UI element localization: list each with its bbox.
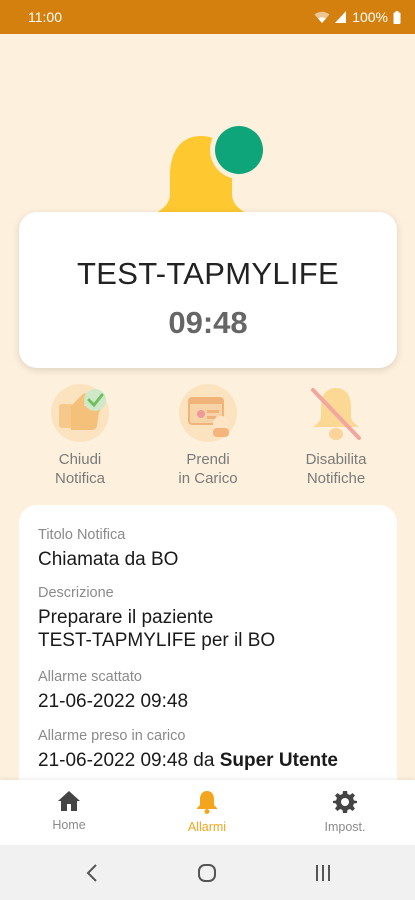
gear-icon <box>333 791 357 813</box>
back-icon <box>86 864 97 882</box>
take-charge-label-2: in Carico <box>178 470 238 487</box>
patient-name: TEST-TAPMYLIFE <box>77 256 339 291</box>
status-indicators: 100% <box>314 9 401 25</box>
home-circle-icon <box>198 864 216 882</box>
description-field: Descrizione Preparare il paziente TEST-T… <box>38 585 385 652</box>
taken-field: Allarme preso in carico 21-06-2022 09:48… <box>38 728 385 772</box>
home-system-button[interactable] <box>187 859 227 887</box>
battery-percent: 100% <box>352 9 388 25</box>
description-label: Descrizione <box>38 585 114 601</box>
status-bar: 11:00 100% <box>0 0 415 34</box>
nav-settings[interactable]: Impost. <box>290 790 400 834</box>
nav-alarms-label: Allarmi <box>187 820 227 834</box>
close-notification-label-2: Notifica <box>54 470 106 487</box>
description-line-2: TEST-TAPMYLIFE per il BO <box>38 630 276 651</box>
disable-notifications-label-1: Disabilita <box>305 451 367 468</box>
description-value: Preparare il paziente TEST-TAPMYLIFE per… <box>38 606 385 652</box>
title-field: Titolo Notifica Chiamata da BO <box>38 527 385 571</box>
triggered-value: 21-06-2022 09:48 <box>38 691 189 712</box>
taken-date: 21-06-2022 09:48 da <box>38 750 220 771</box>
nav-settings-label: Impost. <box>324 820 366 834</box>
system-navigation-bar <box>0 845 415 900</box>
home-icon <box>58 791 80 811</box>
notification-details-card: Titolo Notifica Chiamata da BO Descrizio… <box>19 505 397 805</box>
take-charge-label-1: Prendi <box>186 451 230 468</box>
nav-home-label: Home <box>52 818 86 832</box>
take-charge-icon <box>179 384 237 442</box>
disable-notifications-button[interactable]: Disabilita Notifiche <box>281 382 391 488</box>
alarm-card: TEST-TAPMYLIFE 09:48 <box>19 212 397 368</box>
signal-icon <box>335 11 347 23</box>
taken-user: Super Utente <box>219 750 338 771</box>
status-time: 11:00 <box>28 9 62 25</box>
recents-icon <box>316 865 330 881</box>
bell-icon <box>197 791 217 814</box>
take-charge-button[interactable]: Prendi in Carico <box>153 382 263 488</box>
title-label: Titolo Notifica <box>38 527 126 543</box>
taken-label: Allarme preso in carico <box>38 728 186 744</box>
alarm-time: 09:48 <box>168 305 248 340</box>
wifi-icon <box>314 11 330 23</box>
close-notification-button[interactable]: Chiudi Notifica <box>25 382 135 488</box>
taken-value: 21-06-2022 09:48 da Super Utente <box>38 749 385 772</box>
nav-home[interactable]: Home <box>14 790 124 832</box>
description-line-1: Preparare il paziente <box>38 607 214 628</box>
disable-notifications-label-2: Notifiche <box>306 470 366 487</box>
battery-icon <box>393 10 401 24</box>
triggered-label: Allarme scattato <box>38 669 142 685</box>
bell-off-icon <box>311 388 361 440</box>
nav-alarms[interactable]: Allarmi <box>152 790 262 834</box>
bottom-navigation: Home Allarmi Impost. <box>0 780 415 845</box>
recents-button[interactable] <box>303 859 343 887</box>
close-notification-label-1: Chiudi <box>58 451 102 468</box>
title-value: Chiamata da BO <box>38 549 179 570</box>
alarm-actions: Chiudi Notifica Prendi in Carico Disabil… <box>0 382 415 492</box>
close-notification-icon <box>51 384 109 442</box>
triggered-field: Allarme scattato 21-06-2022 09:48 <box>38 669 385 713</box>
back-button[interactable] <box>72 859 112 887</box>
